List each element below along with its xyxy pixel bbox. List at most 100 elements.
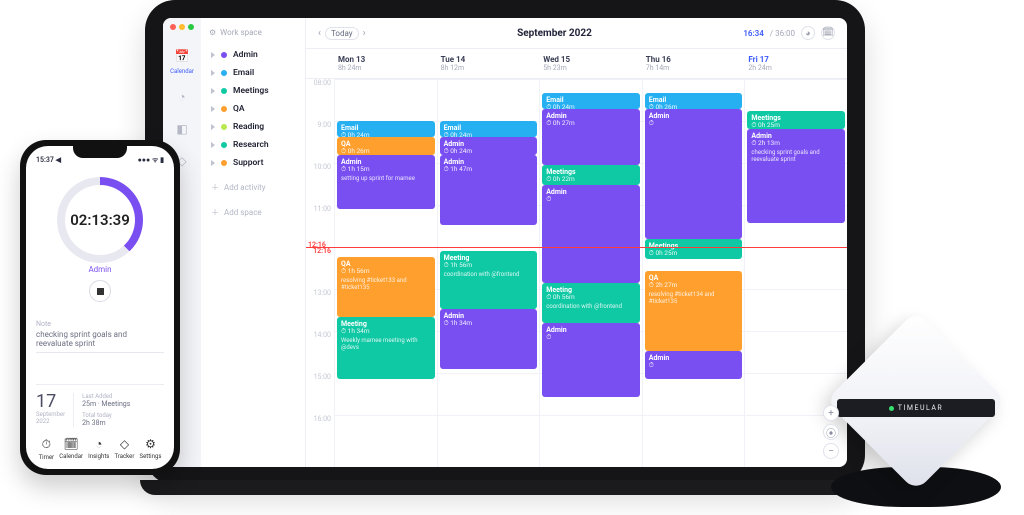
sidebar-item-support[interactable]: Support (209, 154, 297, 172)
window-controls[interactable] (170, 24, 194, 30)
calendar-icon[interactable]: 📅 (172, 46, 192, 66)
calendar-nav-label: Calendar (170, 68, 194, 75)
sidebar-item-research[interactable]: Research (209, 136, 297, 154)
event-block[interactable]: Admin⏱ 0h 27m (542, 109, 640, 165)
phone-frame: 15:37 ◀ ●●● ᯤ ▮ 02:13:39 Admin Note chec… (20, 140, 180, 475)
event-block[interactable]: Admin⏱ (645, 109, 743, 239)
event-block[interactable]: Email⏱ 0h 24m (337, 121, 435, 137)
laptop-frame: 📅 Calendar ◔ ◧ ◇ ⚙ Work space Admin Emai… (145, 0, 865, 485)
color-dot (221, 88, 227, 94)
phone-nav-settings[interactable]: ⚙Settings (140, 437, 162, 461)
add-space-button[interactable]: ＋ Add space (209, 203, 297, 222)
zoom-out-button[interactable]: − (823, 443, 839, 459)
phone-nav-timer[interactable]: ⏱Timer (39, 437, 55, 461)
next-week-button[interactable]: › (363, 28, 366, 39)
event-block[interactable]: Email⏱ 0h 24m (542, 93, 640, 109)
event-block[interactable]: Meetings⏱ 0h 22m (542, 165, 640, 185)
event-block[interactable]: Meetings⏱ 0h 25m (747, 111, 845, 129)
day-header[interactable]: Mon 138h 24m (334, 49, 437, 78)
phone-notch (73, 146, 127, 158)
laptop-base (140, 480, 870, 495)
phone-app: 15:37 ◀ ●●● ᯤ ▮ 02:13:39 Admin Note chec… (26, 146, 174, 469)
tracker-icon: ◇ (120, 437, 129, 451)
event-block[interactable]: QA⏱ 1h 56mresolving #ticket133 and #tick… (337, 257, 435, 317)
workspace-title[interactable]: ⚙ Work space (209, 28, 297, 37)
event-block[interactable]: Meeting⏱ 1h 56mcoordination with @fronte… (440, 251, 538, 309)
topbar: ‹ Today › September 2022 16:34 / 36:00 ◕… (306, 18, 847, 49)
event-block[interactable]: Admin⏱ (542, 323, 640, 397)
date-day: 17 (36, 393, 65, 411)
expand-icon (211, 160, 215, 166)
day-header[interactable]: Thu 167h 14m (642, 49, 745, 78)
event-block[interactable]: Admin⏱ (542, 185, 640, 283)
event-block[interactable]: Admin⏱ 2h 13mchecking sprint goals and r… (747, 129, 845, 223)
date-month: September (36, 411, 65, 418)
day-column[interactable]: Email⏱ 0h 26mAdmin⏱ Meetings⏱ 0h 25mQA⏱ … (642, 79, 745, 467)
color-dot (221, 142, 227, 148)
event-block[interactable]: Admin⏱ (645, 351, 743, 379)
tracker-brand: TIMEULAR (837, 399, 995, 417)
note-input[interactable]: checking sprint goals and reevaluate spr… (36, 330, 164, 353)
day-header[interactable]: Tue 148h 12m (437, 49, 540, 78)
main-panel: ‹ Today › September 2022 16:34 / 36:00 ◕… (306, 18, 847, 467)
sidebar-item-reading[interactable]: Reading (209, 118, 297, 136)
gear-icon: ⚙ (209, 28, 216, 37)
color-dot (221, 70, 227, 76)
calendar-grid[interactable]: 08:009:0010:0011:0012:1613:0014:0015:001… (306, 79, 847, 467)
color-dot (221, 124, 227, 130)
event-block[interactable]: QA⏱ 0h 26m (337, 137, 435, 155)
team-icon[interactable]: ◧ (172, 119, 192, 139)
zoom-in-button[interactable]: + (823, 405, 839, 421)
day-header[interactable]: Fri 172h 24m (744, 49, 847, 78)
reports-icon[interactable]: ◔ (172, 87, 192, 107)
stop-button[interactable] (89, 280, 111, 302)
expand-icon (211, 70, 215, 76)
color-dot (221, 52, 227, 58)
event-block[interactable]: Admin⏱ 1h 15msetting up sprint for mamee (337, 155, 435, 209)
day-header[interactable]: Wed 155h 23m (539, 49, 642, 78)
event-block[interactable]: Meeting⏱ 1h 34mWeekly mamee meeting with… (337, 317, 435, 379)
insights-icon: ◔ (95, 437, 102, 451)
prev-week-button[interactable]: ‹ (318, 28, 321, 39)
expand-icon (211, 88, 215, 94)
now-indicator: 12:16 (306, 247, 847, 248)
phone-nav-insights[interactable]: ◔Insights (88, 437, 109, 461)
event-block[interactable]: Admin⏱ 0h 24m (440, 137, 538, 155)
time-gutter: 08:009:0010:0011:0012:1613:0014:0015:001… (306, 79, 334, 457)
expand-icon (211, 142, 215, 148)
phone-nav-calendar[interactable]: 🗓Calendar (59, 437, 83, 461)
sidebar-item-admin[interactable]: Admin (209, 46, 297, 64)
event-block[interactable]: Meetings⏱ 0h 25m (645, 239, 743, 259)
expand-icon (211, 106, 215, 112)
color-dot (221, 160, 227, 166)
calendar-icon: 🗓 (63, 437, 78, 451)
tracked-time-total: / 36:00 (770, 29, 795, 38)
day-column[interactable]: Email⏱ 0h 24mQA⏱ 0h 26mAdmin⏱ 1h 15msett… (334, 79, 437, 467)
sidebar-item-email[interactable]: Email (209, 64, 297, 82)
led-icon (889, 406, 894, 411)
today-button[interactable]: Today (325, 27, 359, 40)
color-dot (221, 106, 227, 112)
event-block[interactable]: QA⏱ 2h 27mresolving #ticket134 and #tick… (645, 271, 743, 351)
day-column[interactable]: Email⏱ 0h 24mAdmin⏱ 0h 24mAdmin⏱ 1h 47m M… (437, 79, 540, 467)
plus-icon: ＋ (211, 207, 219, 218)
sidebar-item-qa[interactable]: QA (209, 100, 297, 118)
phone-nav-tracker[interactable]: ◇Tracker (115, 437, 135, 461)
event-block[interactable]: Email⏱ 0h 24m (440, 121, 538, 137)
day-column[interactable]: Email⏱ 0h 24mAdmin⏱ 0h 27mMeetings⏱ 0h 2… (539, 79, 642, 467)
tracked-time-current: 16:34 (743, 29, 763, 38)
sidebar-item-meetings[interactable]: Meetings (209, 82, 297, 100)
event-block[interactable]: Email⏱ 0h 26m (645, 93, 743, 109)
event-block[interactable]: Admin⏱ 1h 47m (440, 155, 538, 225)
tracker-device: TIMEULAR (826, 327, 1006, 507)
timer-activity[interactable]: Admin (88, 265, 111, 274)
calendar-picker-icon[interactable]: 🗓 (821, 26, 835, 40)
zoom-fit-button[interactable]: ⦿ (823, 424, 839, 440)
expand-icon (211, 124, 215, 130)
zoom-controls: + ⦿ − (823, 405, 839, 459)
add-activity-button[interactable]: ＋ Add activity (209, 178, 297, 197)
sidebar: ⚙ Work space Admin Email Meetings QA Rea… (201, 18, 306, 467)
progress-icon[interactable]: ◕ (801, 26, 815, 40)
event-block[interactable]: Admin⏱ 1h 34m (440, 309, 538, 369)
event-block[interactable]: Meeting⏱ 0h 56mcoordination with @fronte… (542, 283, 640, 323)
